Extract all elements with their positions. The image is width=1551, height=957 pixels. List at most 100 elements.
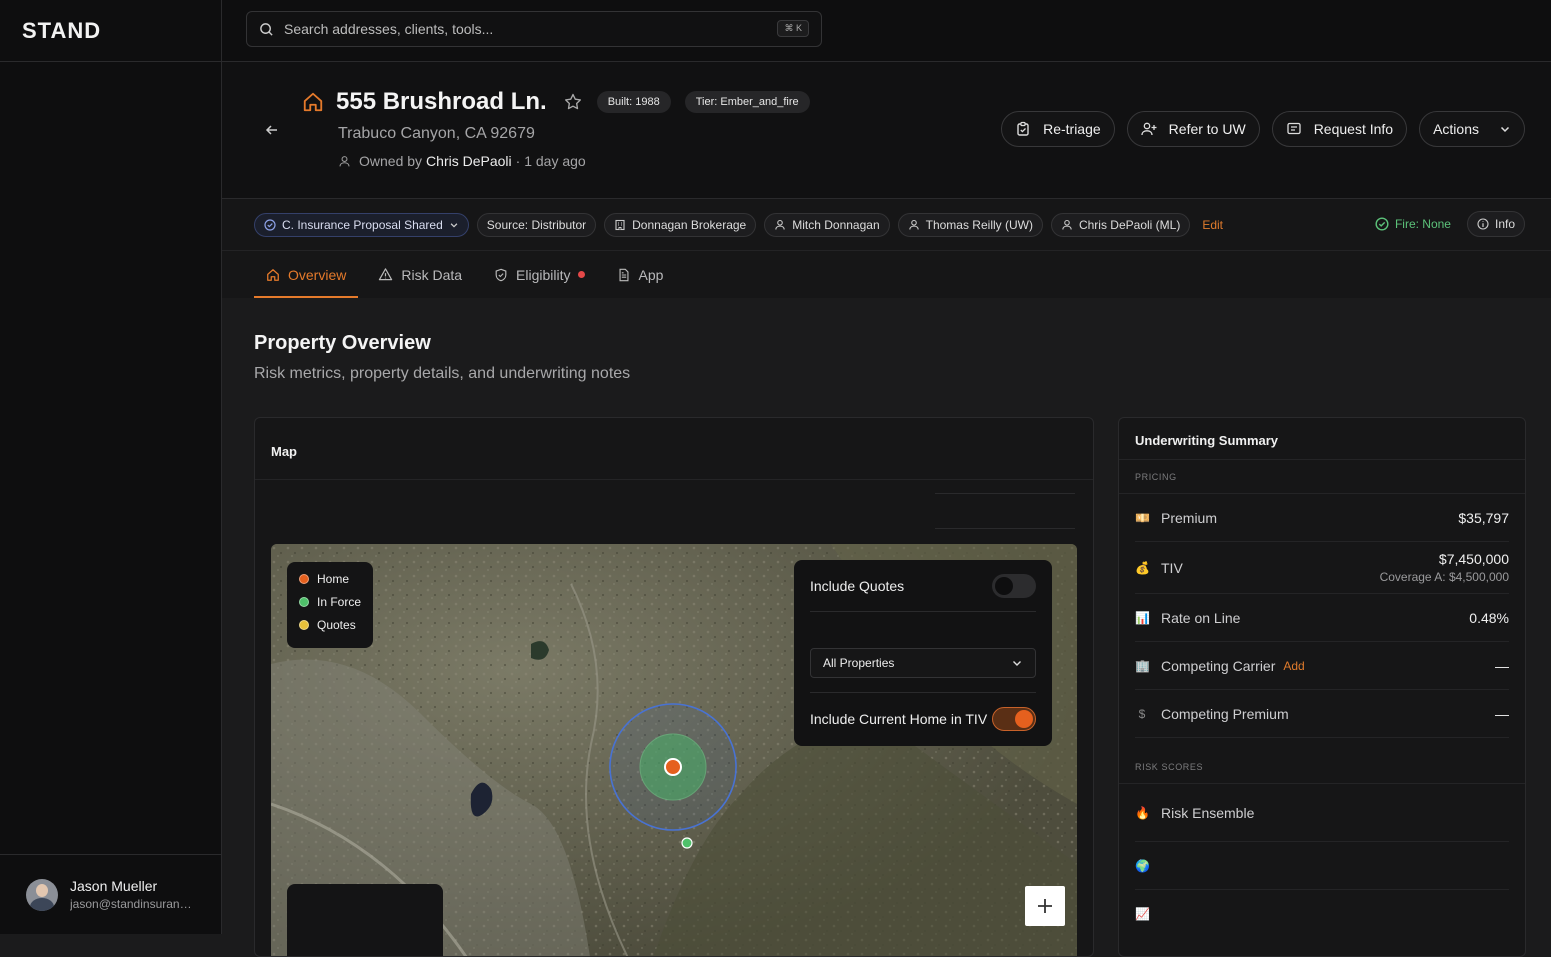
main-area: ⌘ K 555 Brushroad Ln. Built: 1988 Tier: …	[222, 0, 1551, 957]
include-quotes-label: Include Quotes	[810, 577, 905, 594]
carrier-value: —	[1495, 657, 1509, 674]
status-pill[interactable]: C. Insurance Proposal Shared	[254, 212, 469, 237]
source-pill: Source: Distributor	[476, 212, 597, 237]
premium-label: Premium	[1161, 509, 1218, 526]
dollar-icon: $	[1138, 706, 1146, 721]
search-input[interactable]	[284, 21, 764, 37]
info-label: Info	[1494, 217, 1515, 231]
risk-ensemble-label: Risk Ensemble	[1161, 804, 1255, 821]
owned-prefix: Owned by	[359, 153, 423, 169]
actions-label: Actions	[1433, 121, 1479, 137]
plus-icon	[1038, 899, 1052, 913]
add-carrier-link[interactable]: Add	[1283, 659, 1304, 673]
fire-label: Fire: None	[1394, 217, 1451, 231]
tiv-value: $7,450,000	[1438, 551, 1509, 567]
comp-premium-value: —	[1495, 705, 1509, 722]
status-label: C. Insurance Proposal Shared	[282, 217, 443, 232]
rol-row: 📊 Rate on Line 0.48%	[1135, 594, 1509, 642]
underwriting-summary-card: Underwriting Summary PRICING 💴 Premium $3…	[1118, 417, 1526, 957]
tab-risk-data[interactable]: Risk Data	[366, 251, 474, 298]
info-button[interactable]: Info	[1466, 211, 1525, 237]
owner-name[interactable]: Chris DePaoli	[426, 153, 512, 169]
user-icon	[339, 155, 350, 166]
rol-value: 0.48%	[1469, 609, 1509, 626]
built-badge: Built: 1988	[596, 91, 671, 113]
comp-premium-label: Competing Premium	[1161, 705, 1289, 722]
premium-value: $35,797	[1458, 509, 1509, 526]
user-icon	[775, 219, 785, 230]
retriage-label: Re-triage	[1043, 121, 1101, 137]
info-icon	[1477, 218, 1489, 230]
warning-icon	[379, 268, 393, 281]
carrier-label: Competing Carrier	[1161, 657, 1276, 674]
section-subtitle: Risk metrics, property details, and unde…	[254, 365, 631, 382]
zoom-in-button[interactable]	[1025, 886, 1065, 926]
include-home-toggle[interactable]	[992, 706, 1036, 731]
chevron-down-icon	[450, 222, 458, 228]
premium-row: 💴 Premium $35,797	[1135, 494, 1509, 542]
risk-row-trend: 📈	[1135, 890, 1509, 938]
user-plus-icon	[1141, 122, 1157, 136]
map-overlay-panel	[287, 884, 443, 956]
owner-line: Owned by Chris DePaoli · 1 day ago	[338, 153, 586, 169]
uw-pill[interactable]: Thomas Reilly (UW)	[897, 212, 1043, 237]
request-info-button[interactable]: Request Info	[1271, 111, 1408, 147]
clipboard-icon	[1017, 121, 1029, 136]
refer-button[interactable]: Refer to UW	[1126, 111, 1260, 147]
carrier-row: 🏢 Competing Carrier Add —	[1135, 642, 1509, 690]
actions-dropdown[interactable]: Actions	[1419, 111, 1525, 147]
back-arrow-icon[interactable]	[264, 122, 280, 138]
tab-risk-label: Risk Data	[401, 266, 463, 283]
bar-chart-icon: 📊	[1135, 610, 1150, 625]
request-label: Request Info	[1313, 121, 1394, 137]
star-icon[interactable]	[563, 92, 583, 112]
check-circle-icon	[264, 218, 276, 231]
retriage-button[interactable]: Re-triage	[1001, 111, 1115, 147]
brand-logo[interactable]: STAND	[0, 0, 221, 62]
satellite-map[interactable]: Home In Force Quotes Include Quotes All …	[271, 544, 1077, 956]
property-header: 555 Brushroad Ln. Built: 1988 Tier: Embe…	[222, 62, 1551, 199]
tab-app-label: App	[638, 266, 664, 283]
risk-scores-label: RISK SCORES	[1119, 750, 1525, 784]
user-profile[interactable]: Jason Mueller jason@standinsurance.com	[0, 854, 221, 934]
sidebar: STAND Jason Mueller jason@standinsurance…	[0, 0, 222, 934]
map-card: Map Home In Force Quotes Include Quotes …	[254, 417, 1094, 957]
meta-bar: C. Insurance Proposal Shared Source: Dis…	[222, 199, 1551, 251]
search-bar[interactable]: ⌘ K	[246, 11, 822, 47]
tab-overview[interactable]: Overview	[254, 251, 359, 299]
pricing-label: PRICING	[1119, 460, 1525, 494]
tiv-row: 💰 TIV $7,450,000 Coverage A: $4,500,000	[1135, 542, 1509, 594]
edit-link[interactable]: Edit	[1202, 218, 1223, 232]
avatar	[26, 878, 58, 911]
user-icon	[908, 219, 919, 230]
search-icon	[260, 22, 273, 36]
include-quotes-toggle[interactable]	[992, 573, 1036, 598]
topbar: ⌘ K	[222, 0, 1551, 62]
shortcut-badge: ⌘ K	[777, 20, 809, 37]
agent-pill[interactable]: Mitch Donnagan	[764, 212, 890, 237]
include-quotes-row: Include Quotes	[810, 560, 1036, 612]
ml-label: Chris DePaoli (ML)	[1078, 217, 1181, 232]
chevron-down-icon	[1013, 661, 1021, 666]
home-icon	[267, 268, 279, 281]
user-email: jason@standinsurance.com	[70, 897, 195, 911]
brokerage-pill[interactable]: Donnagan Brokerage	[604, 212, 757, 237]
property-filter-select[interactable]: All Properties	[810, 648, 1036, 678]
include-home-label: Include Current Home in TIV	[810, 710, 988, 727]
shield-check-icon	[495, 268, 507, 281]
rol-label: Rate on Line	[1161, 609, 1241, 626]
risk-ensemble-row: 🔥 Risk Ensemble	[1135, 784, 1509, 842]
legend-home: Home	[299, 572, 361, 586]
tab-eligibility[interactable]: Eligibility	[482, 251, 596, 298]
tab-bar: Overview Risk Data Eligibility App	[222, 251, 1551, 299]
alert-dot	[577, 271, 585, 278]
tiv-label: TIV	[1161, 559, 1183, 576]
tab-app[interactable]: App	[605, 251, 676, 298]
title-row: 555 Brushroad Ln. Built: 1988 Tier: Embe…	[302, 88, 810, 116]
fire-icon: 🔥	[1135, 805, 1150, 820]
ml-pill[interactable]: Chris DePaoli (ML)	[1050, 212, 1191, 237]
legend-in-force: In Force	[299, 595, 361, 609]
tier-badge: Tier: Ember_and_fire	[684, 91, 810, 113]
document-icon	[619, 268, 629, 281]
money-bag-icon: 💰	[1135, 560, 1150, 575]
